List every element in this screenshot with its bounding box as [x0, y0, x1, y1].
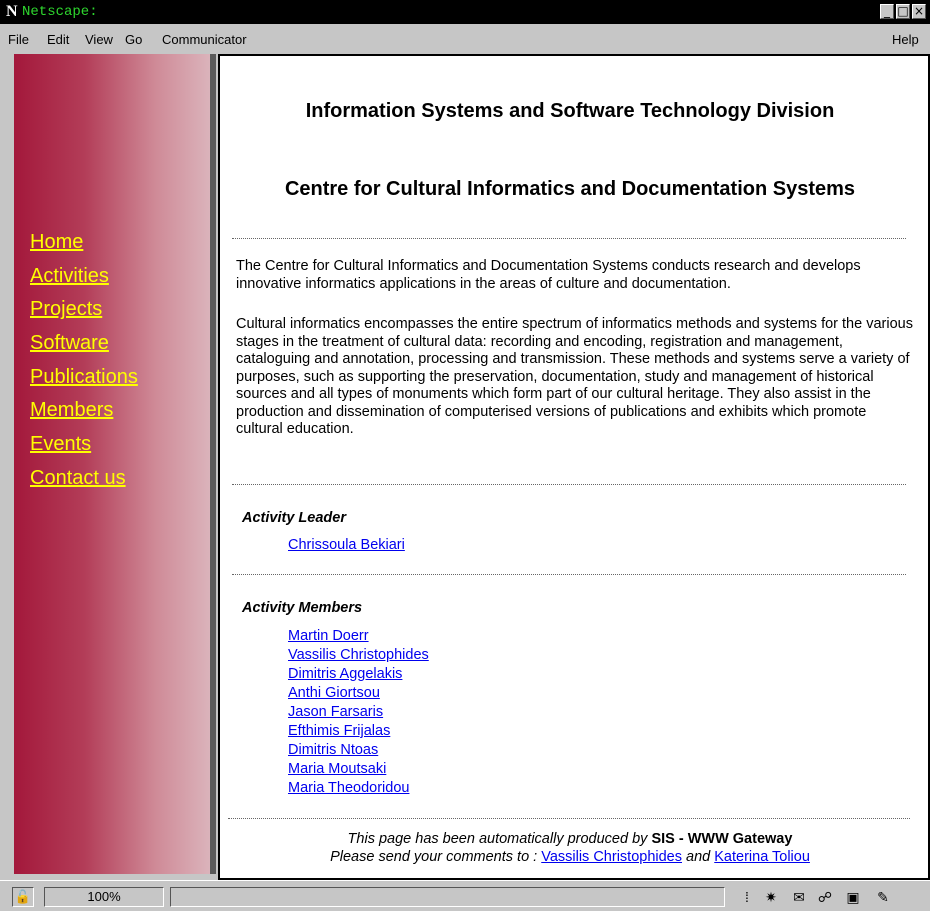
member-link[interactable]: Jason Farsaris — [288, 704, 429, 723]
footer-produced-text: This page has been automatically produce… — [347, 831, 652, 847]
footer-and-text: and — [682, 849, 715, 865]
status-bar: 🔓 100% ⁞ ✷ ✉ ☍ ▣ ✎ — [0, 880, 930, 911]
members-list: Martin Doerr Vassilis Christophides Dimi… — [288, 628, 429, 799]
nav-home[interactable]: Home — [30, 230, 138, 264]
nav-software[interactable]: Software — [30, 331, 138, 365]
nav-contact-us[interactable]: Contact us — [30, 466, 138, 500]
contact-link-christophides[interactable]: Vassilis Christophides — [541, 849, 682, 865]
composer-icon[interactable]: ✎ — [872, 887, 894, 907]
mail-icon[interactable]: ✉ — [788, 887, 810, 907]
progress-zoom: 100% — [44, 887, 164, 907]
title-bar: N Netscape: _ □ × — [0, 0, 930, 24]
intro-paragraph: The Centre for Cultural Informatics and … — [236, 258, 861, 292]
member-link[interactable]: Martin Doerr — [288, 628, 429, 647]
menu-communicator[interactable]: Communicator — [162, 32, 247, 47]
netscape-logo-icon: N — [6, 3, 18, 20]
footer-comments-text: Please send your comments to : — [330, 849, 542, 865]
security-lock-icon[interactable]: 🔓 — [12, 887, 34, 907]
member-link[interactable]: Maria Moutsaki — [288, 761, 429, 780]
member-link[interactable]: Dimitris Aggelakis — [288, 666, 429, 685]
navigator-icon[interactable]: ✷ — [760, 887, 782, 907]
member-link[interactable]: Anthi Giortsou — [288, 685, 429, 704]
member-link[interactable]: Efthimis Frijalas — [288, 723, 429, 742]
status-message — [170, 887, 725, 907]
menu-help[interactable]: Help — [892, 32, 919, 47]
leader-link[interactable]: Chrissoula Bekiari — [288, 537, 405, 556]
activity-leader-label: Activity Leader — [242, 510, 346, 526]
menu-bar: File Edit View Go Communicator Help — [0, 24, 930, 54]
nav-projects[interactable]: Projects — [30, 297, 138, 331]
footer-line-1: This page has been automatically produce… — [220, 830, 920, 848]
divider — [228, 818, 910, 819]
content-frame: Information Systems and Software Technol… — [218, 54, 930, 880]
division-heading: Information Systems and Software Technol… — [305, 100, 835, 122]
leader-list: Chrissoula Bekiari — [288, 537, 405, 556]
nav-publications[interactable]: Publications — [30, 365, 138, 399]
close-button[interactable]: × — [912, 4, 926, 19]
menu-view[interactable]: View — [85, 32, 113, 47]
member-link[interactable]: Dimitris Ntoas — [288, 742, 429, 761]
address-book-icon[interactable]: ▣ — [842, 887, 864, 907]
nav-events[interactable]: Events — [30, 432, 138, 466]
divider — [232, 484, 906, 485]
minimize-button[interactable]: _ — [880, 4, 894, 19]
member-link[interactable]: Maria Theodoridou — [288, 780, 429, 799]
newsgroups-icon[interactable]: ☍ — [814, 887, 836, 907]
sidebar: Home Activities Projects Software Public… — [14, 54, 216, 874]
menu-go[interactable]: Go — [125, 32, 142, 47]
gateway-name: SIS - WWW Gateway — [651, 831, 793, 847]
centre-heading: Centre for Cultural Informatics and Docu… — [284, 178, 856, 200]
footer-line-2: Please send your comments to : Vassilis … — [220, 848, 920, 866]
maximize-button[interactable]: □ — [896, 4, 910, 19]
window-title: Netscape: — [22, 4, 98, 20]
menu-file[interactable]: File — [8, 32, 29, 47]
member-link[interactable]: Vassilis Christophides — [288, 647, 429, 666]
menu-edit[interactable]: Edit — [47, 32, 69, 47]
grid-icon[interactable]: ⁞ — [736, 887, 758, 907]
sidebar-shade — [210, 54, 216, 874]
contact-link-toliou[interactable]: Katerina Toliou — [714, 849, 810, 865]
description-paragraph: Cultural informatics encompasses the ent… — [236, 316, 913, 437]
divider — [232, 574, 906, 575]
divider — [232, 238, 906, 239]
activity-members-label: Activity Members — [242, 600, 363, 616]
nav-activities[interactable]: Activities — [30, 264, 138, 298]
nav-members[interactable]: Members — [30, 398, 138, 432]
nav-menu: Home Activities Projects Software Public… — [30, 230, 138, 500]
